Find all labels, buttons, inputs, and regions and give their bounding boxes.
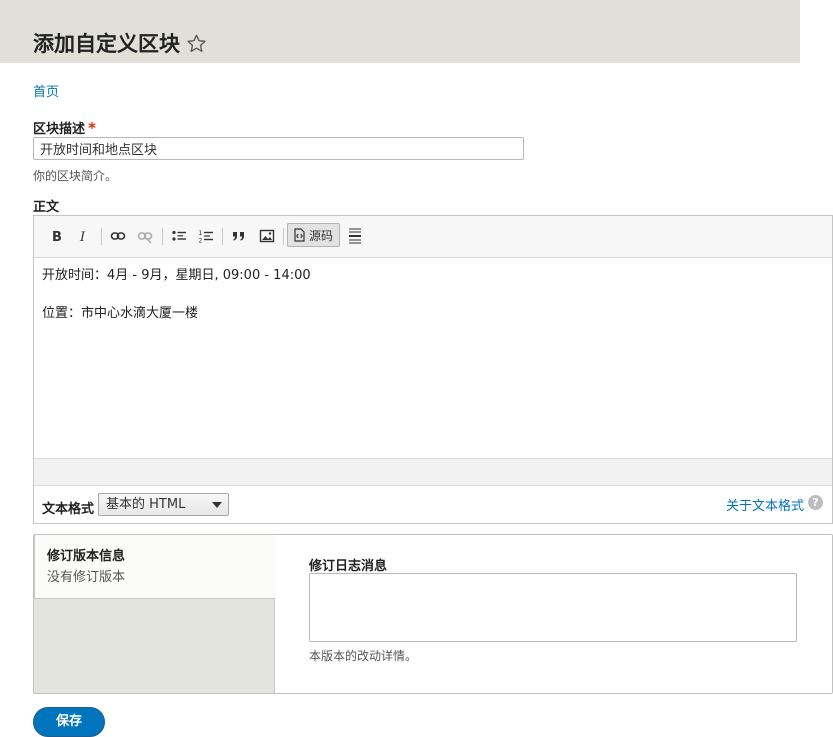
text-format-selected: 基本的 HTML [106,497,186,512]
horizontal-line-icon [349,228,361,244]
save-button[interactable]: 保存 [33,707,105,737]
breadcrumb-home-link[interactable]: 首页 [33,81,59,100]
editor-toolbar: B I 12 源码 [34,216,832,258]
bold-icon: B [52,230,62,243]
revision-log-textarea[interactable] [309,573,797,642]
blockquote-button[interactable] [229,223,249,249]
body-label: 正文 [33,200,60,215]
text-format-label: 文本格式 [42,502,95,517]
svg-text:B: B [52,230,62,243]
required-marker: * [88,119,96,137]
editor-paragraph: 开放时间：4月 - 9月，星期日, 09:00 - 14:00 [42,268,311,283]
toolbar-separator [101,228,102,245]
editor-status-bar [34,458,832,486]
tab-revision-information[interactable]: 修订版本信息 没有修订版本 [34,535,275,599]
star-icon[interactable] [186,33,207,54]
numbered-list-button[interactable]: 12 [196,223,216,249]
bulleted-list-icon [172,230,186,241]
revision-information-panel: 修订版本信息 没有修订版本 修订日志消息 本版本的改动详情。 [33,534,833,694]
revision-tab-summary: 没有修订版本 [47,570,126,585]
horizontal-line-button[interactable] [346,223,364,249]
page-title: 添加自定义区块 [33,32,180,56]
body-editor: B I 12 源码 开放时间：4月 - 9月，星期日, 09:00 - 14:0… [33,215,833,524]
chevron-down-icon [212,502,222,508]
text-format-row: 文本格式 基本的 HTML 关于文本格式 ? [34,486,832,523]
revision-log-help: 本版本的改动详情。 [309,649,418,663]
toolbar-separator [162,228,163,245]
block-description-label-text: 区块描述 [33,122,86,137]
revision-tab-title: 修订版本信息 [47,549,126,564]
block-description-input[interactable] [33,137,524,160]
bulleted-list-button[interactable] [169,223,189,249]
link-icon [110,232,126,240]
image-button[interactable] [257,223,277,249]
italic-button[interactable]: I [75,223,93,249]
text-format-help-link[interactable]: 关于文本格式 [726,495,804,514]
block-description-help: 你的区块简介。 [33,169,118,183]
svg-text:I: I [79,230,86,243]
toolbar-separator [222,228,223,245]
text-format-select[interactable]: 基本的 HTML [98,493,229,516]
unlink-button[interactable] [135,223,155,249]
numbered-list-icon: 12 [199,230,213,245]
source-button-label: 源码 [309,228,334,243]
editor-content-area[interactable]: 开放时间：4月 - 9月，星期日, 09:00 - 14:00 位置：市中心水滴… [34,258,832,458]
svg-text:1: 1 [199,230,203,237]
source-icon [294,228,305,242]
link-button[interactable] [108,223,128,249]
italic-icon: I [79,230,86,243]
vertical-tabs-menu: 修订版本信息 没有修订版本 [34,535,275,693]
svg-text:2: 2 [199,238,203,245]
blockquote-icon [233,232,244,241]
source-button[interactable]: 源码 [287,223,340,247]
toolbar-separator [283,228,284,245]
help-icon[interactable]: ? [808,495,823,510]
image-icon [259,229,275,243]
unlink-icon [137,232,153,244]
bold-button[interactable]: B [48,223,66,249]
revision-log-label: 修订日志消息 [309,559,388,574]
editor-paragraph: 位置：市中心水滴大厦一楼 [42,306,199,321]
block-description-label: 区块描述 * [33,118,96,137]
